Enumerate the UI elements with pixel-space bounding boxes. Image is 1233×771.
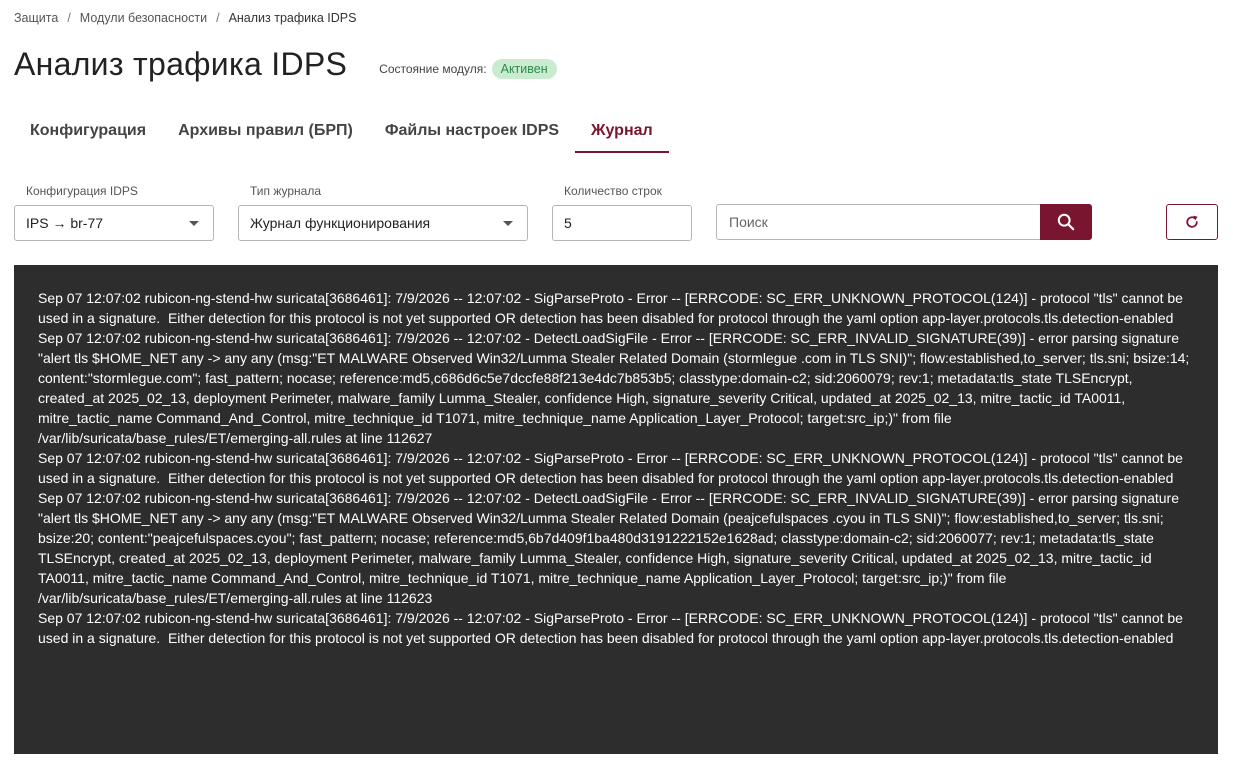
log-type-select[interactable]: Журнал функционирования	[238, 205, 528, 241]
breadcrumb-separator: /	[216, 11, 220, 25]
log-type-select-value: Журнал функционирования	[250, 215, 431, 231]
breadcrumb: Защита / Модули безопасности / Анализ тр…	[14, 11, 356, 25]
log-line: Sep 07 12:07:02 rubicon-ng-stend-hw suri…	[38, 450, 1187, 486]
breadcrumb-current: Анализ трафика IDPS	[228, 11, 357, 25]
breadcrumb-item-security-modules[interactable]: Модули безопасности	[80, 11, 207, 25]
module-state: Состояние модуля: Активен	[379, 58, 557, 79]
search-icon	[1057, 213, 1075, 231]
log-line: Sep 07 12:07:02 rubicon-ng-stend-hw suri…	[38, 610, 1187, 646]
module-state-label: Состояние модуля:	[379, 61, 487, 76]
log-line: Sep 07 12:07:02 rubicon-ng-stend-hw suri…	[38, 290, 1187, 326]
breadcrumb-item-security[interactable]: Защита	[14, 11, 58, 25]
log-panel[interactable]: Sep 07 12:07:02 rubicon-ng-stend-hw suri…	[14, 265, 1218, 754]
refresh-button[interactable]	[1166, 204, 1218, 240]
tabs: Конфигурация Архивы правил (БРП) Файлы н…	[14, 110, 669, 153]
log-type-label: Тип журнала	[250, 184, 322, 198]
search-button[interactable]	[1040, 204, 1092, 240]
breadcrumb-separator: /	[67, 11, 71, 25]
tab-settings-files[interactable]: Файлы настроек IDPS	[369, 110, 575, 153]
log-line: Sep 07 12:07:02 rubicon-ng-stend-hw suri…	[38, 330, 1194, 446]
rows-count-label: Количество строк	[564, 184, 662, 198]
chevron-down-icon	[503, 221, 513, 226]
tab-configuration[interactable]: Конфигурация	[14, 110, 162, 153]
search-input[interactable]	[716, 204, 1042, 240]
chevron-down-icon	[189, 221, 199, 226]
rows-count-value: 5	[564, 215, 572, 231]
refresh-icon	[1186, 215, 1198, 228]
tab-rule-archives[interactable]: Архивы правил (БРП)	[162, 110, 369, 153]
config-label: Конфигурация IDPS	[26, 184, 138, 198]
status-badge: Активен	[491, 58, 557, 79]
title-row: Анализ трафика IDPS Состояние модуля: Ак…	[14, 46, 557, 83]
page-title: Анализ трафика IDPS	[14, 46, 348, 82]
config-select[interactable]: IPS → br-77	[14, 205, 214, 241]
config-select-value: IPS → br-77	[26, 215, 104, 231]
rows-count-input[interactable]: 5	[552, 205, 692, 241]
log-line: Sep 07 12:07:02 rubicon-ng-stend-hw suri…	[38, 490, 1183, 606]
tab-journal[interactable]: Журнал	[575, 110, 669, 153]
